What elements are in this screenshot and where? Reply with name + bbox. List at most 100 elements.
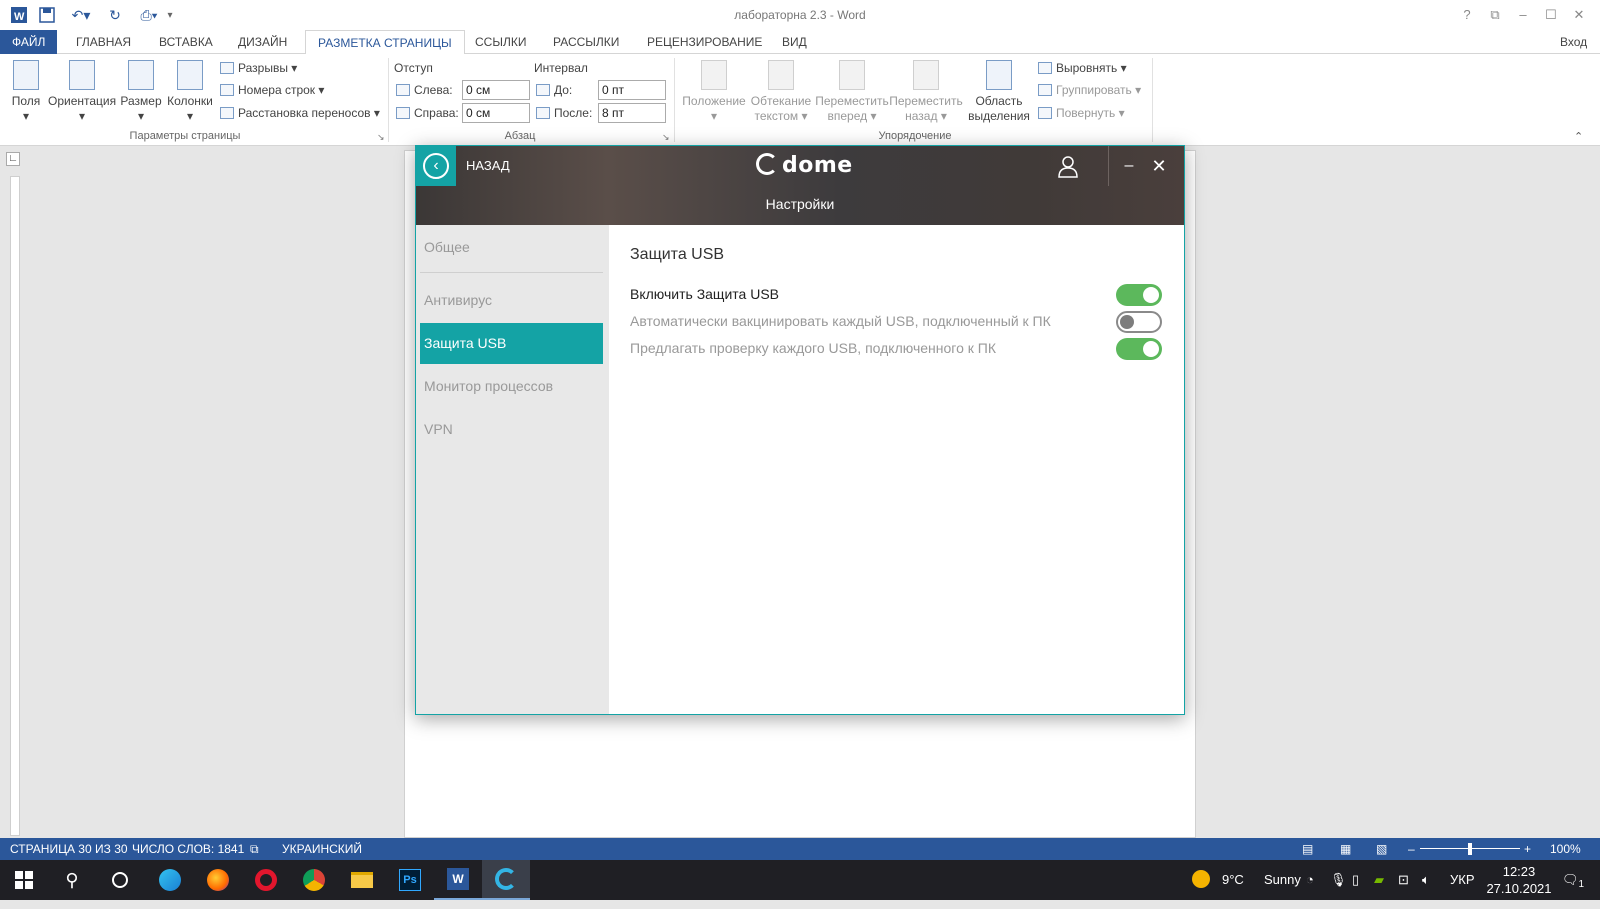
page-count[interactable]: СТРАНИЦА 30 ИЗ 30 bbox=[10, 838, 128, 860]
search-icon[interactable]: ⚲ bbox=[48, 860, 96, 900]
indent-left-label: Слева: bbox=[396, 80, 453, 100]
tab-file[interactable]: ФАЙЛ bbox=[0, 30, 58, 54]
volume-icon[interactable]: 🔈︎ bbox=[1422, 860, 1430, 900]
tray-dome-icon[interactable]: ◔ bbox=[1306, 860, 1314, 900]
arrange-group-label: Упорядочение bbox=[878, 130, 952, 142]
tab-home[interactable]: ГЛАВНАЯ bbox=[64, 30, 143, 54]
help-icon[interactable]: ? bbox=[1454, 4, 1480, 26]
clock-date[interactable]: 27.10.2021 bbox=[1484, 869, 1554, 909]
ribbon-display-icon[interactable]: ⧉ bbox=[1482, 4, 1508, 26]
breaks-button[interactable]: Разрывы ▾ bbox=[220, 58, 297, 78]
input-language[interactable]: УКР bbox=[1450, 860, 1475, 900]
spacing-after-input[interactable]: 8 пт bbox=[598, 103, 666, 123]
web-layout-icon[interactable]: ▧ bbox=[1376, 838, 1387, 860]
bring-forward-button[interactable]: Переместить вперед ▾ bbox=[814, 56, 890, 124]
tab-insert[interactable]: ВСТАВКА bbox=[147, 30, 225, 54]
columns-button[interactable]: Колонки ▾ bbox=[164, 56, 216, 124]
rotate-button[interactable]: Повернуть ▾ bbox=[1038, 103, 1125, 123]
ribbon: Поля ▾ Ориентация ▾ Размер ▾ Колонки ▾ Разры… bbox=[0, 54, 1600, 146]
language-status[interactable]: УКРАИНСКИЙ bbox=[282, 838, 362, 860]
align-button[interactable]: Выровнять ▾ bbox=[1038, 58, 1127, 78]
send-backward-button[interactable]: Переместить назад ▾ bbox=[888, 56, 964, 124]
print-layout-icon[interactable]: ▦ bbox=[1340, 838, 1351, 860]
group-divider bbox=[1152, 58, 1153, 142]
zoom-out-icon[interactable]: – bbox=[1408, 838, 1415, 860]
toggle-offer-scan[interactable] bbox=[1116, 338, 1162, 360]
tab-review[interactable]: РЕЦЕНЗИРОВАНИЕ bbox=[635, 30, 774, 54]
opera-icon[interactable] bbox=[242, 860, 290, 900]
dome-taskbar-icon[interactable] bbox=[482, 860, 530, 900]
page-setup-launcher-icon[interactable]: ↘ bbox=[377, 132, 385, 143]
close-icon[interactable]: ✕ bbox=[1566, 4, 1592, 26]
proofing-icon[interactable]: ⧉ bbox=[250, 838, 259, 860]
dome-close-icon[interactable]: ✕ bbox=[1146, 154, 1172, 178]
indent-left-input[interactable]: 0 см bbox=[462, 80, 530, 100]
read-mode-icon[interactable]: ▤ bbox=[1302, 838, 1313, 860]
dome-minimize-icon[interactable]: – bbox=[1116, 154, 1142, 178]
line-numbers-button[interactable]: Номера строк ▾ bbox=[220, 80, 324, 100]
start-button[interactable] bbox=[0, 860, 48, 900]
tab-page-layout[interactable]: РАЗМЕТКА СТРАНИЦЫ bbox=[305, 30, 465, 55]
sign-in-link[interactable]: Вход bbox=[1556, 30, 1591, 54]
chrome-icon[interactable] bbox=[290, 860, 338, 900]
settings-sidebar: Общее Антивирус Защита USB Монитор проце… bbox=[416, 225, 609, 714]
indent-right-input[interactable]: 0 см bbox=[462, 103, 530, 123]
indent-left-icon bbox=[396, 84, 410, 96]
margins-button[interactable]: Поля ▾ bbox=[6, 56, 46, 124]
tab-selector-icon[interactable]: ∟ bbox=[6, 152, 20, 166]
dome-header: ‹ НАЗАД dome – ✕ Настройки bbox=[416, 146, 1184, 225]
tab-design[interactable]: ДИЗАЙН bbox=[226, 30, 299, 54]
group-button[interactable]: Группировать ▾ bbox=[1038, 80, 1141, 100]
hyphenation-button[interactable]: Расстановка переносов ▾ bbox=[220, 103, 380, 123]
back-button[interactable]: ‹ bbox=[416, 146, 456, 186]
sidebar-item-antivirus[interactable]: Антивирус bbox=[420, 280, 603, 321]
group-divider bbox=[674, 58, 675, 142]
weather-temp[interactable]: 9°C bbox=[1222, 860, 1244, 900]
sidebar-divider bbox=[420, 272, 603, 273]
task-view-icon[interactable] bbox=[96, 860, 144, 900]
nvidia-icon[interactable]: ▰ bbox=[1374, 860, 1384, 900]
maximize-icon[interactable]: ☐ bbox=[1538, 4, 1564, 26]
microphone-icon[interactable]: 🎙︎ bbox=[1330, 860, 1347, 900]
notifications-icon[interactable]: 🗨︎1 bbox=[1562, 860, 1584, 900]
network-icon[interactable]: ⊡ bbox=[1398, 860, 1409, 900]
edge-icon[interactable] bbox=[146, 860, 194, 900]
spacing-after-icon bbox=[536, 107, 550, 119]
spacing-before-input[interactable]: 0 пт bbox=[598, 80, 666, 100]
user-account-icon[interactable] bbox=[1056, 154, 1080, 178]
position-icon bbox=[701, 60, 727, 90]
tab-view[interactable]: ВИД bbox=[770, 30, 819, 54]
orientation-button[interactable]: Ориентация ▾ bbox=[48, 56, 116, 124]
paragraph-launcher-icon[interactable]: ↘ bbox=[662, 132, 670, 143]
collapse-ribbon-icon[interactable]: ⌃ bbox=[1574, 130, 1583, 143]
toggle-auto-vaccinate[interactable] bbox=[1116, 311, 1162, 333]
settings-title: Настройки bbox=[765, 196, 835, 212]
weather-icon[interactable] bbox=[1192, 860, 1210, 900]
word-taskbar-icon[interactable]: W bbox=[434, 860, 482, 900]
selection-pane-button[interactable]: Область выделения bbox=[964, 56, 1034, 124]
zoom-slider-thumb[interactable] bbox=[1468, 843, 1472, 855]
ribbon-tabs: ФАЙЛ ГЛАВНАЯ ВСТАВКА ДИЗАЙН РАЗМЕТКА СТР… bbox=[0, 30, 1600, 55]
file-explorer-icon[interactable] bbox=[338, 860, 386, 900]
sidebar-item-vpn[interactable]: VPN bbox=[420, 409, 603, 450]
back-label[interactable]: НАЗАД bbox=[466, 158, 510, 173]
tab-mailings[interactable]: РАССЫЛКИ bbox=[541, 30, 631, 54]
weather-desc[interactable]: Sunny bbox=[1264, 860, 1301, 900]
sidebar-item-general[interactable]: Общее bbox=[420, 227, 603, 268]
photoshop-icon[interactable]: Ps bbox=[386, 860, 434, 900]
zoom-level[interactable]: 100% bbox=[1550, 838, 1581, 860]
firefox-icon[interactable] bbox=[194, 860, 242, 900]
sidebar-item-usb-protection[interactable]: Защита USB bbox=[420, 323, 603, 364]
wrap-text-button[interactable]: Обтекание текстом ▾ bbox=[748, 56, 814, 124]
toggle-enable-usb-protection[interactable] bbox=[1116, 284, 1162, 306]
size-button[interactable]: Размер ▾ bbox=[118, 56, 164, 124]
content-title: Защита USB bbox=[630, 246, 725, 263]
tab-references[interactable]: ССЫЛКИ bbox=[463, 30, 538, 54]
word-count[interactable]: ЧИСЛО СЛОВ: 1841 bbox=[132, 838, 244, 860]
position-button[interactable]: Положение ▾ bbox=[680, 56, 748, 124]
usb-icon[interactable]: ▯ bbox=[1352, 860, 1359, 900]
option-offer-scan-label: Предлагать проверку каждого USB, подключ… bbox=[630, 340, 996, 356]
dome-settings-window: ‹ НАЗАД dome – ✕ Настройки Общее Антивир… bbox=[415, 145, 1185, 715]
minimize-icon[interactable]: – bbox=[1510, 4, 1536, 26]
sidebar-item-process-monitor[interactable]: Монитор процессов bbox=[420, 366, 603, 407]
